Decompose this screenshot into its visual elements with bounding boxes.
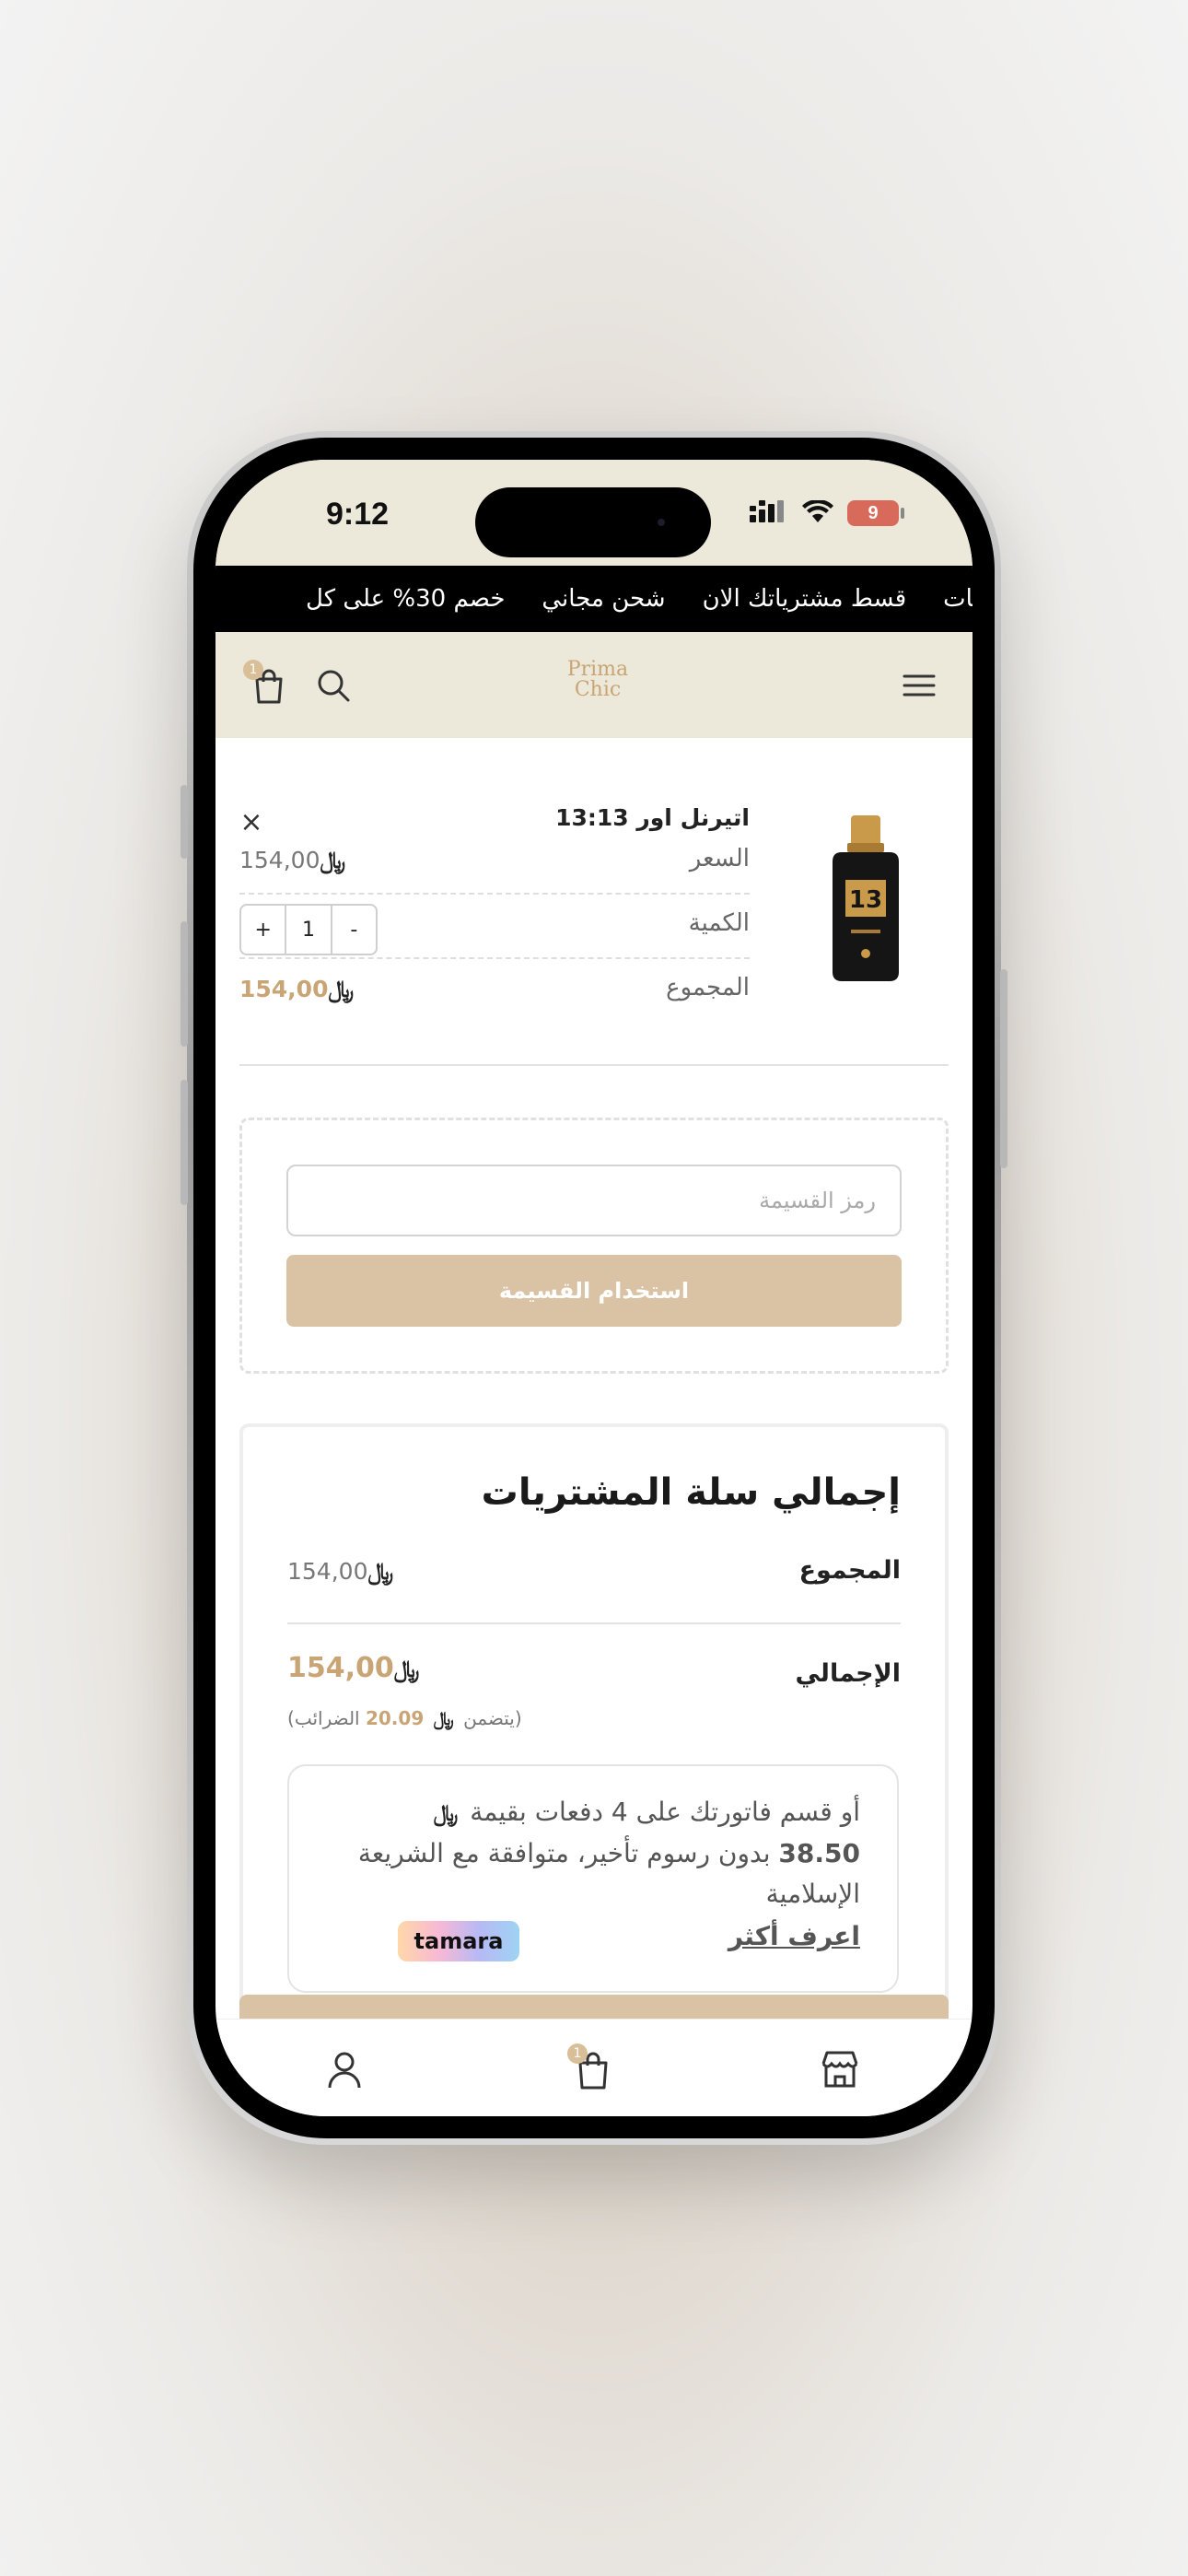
- status-bar: 9:12 9: [215, 460, 973, 566]
- currency-icon: ﷼: [320, 847, 346, 873]
- site-header: 1 Prima Chic: [215, 632, 973, 738]
- subtotal-label: المجموع: [798, 1556, 901, 1585]
- currency-icon: ﷼: [393, 1656, 420, 1682]
- price-value: ﷼154,00: [239, 847, 346, 873]
- signal-icon: [750, 500, 784, 522]
- menu-button[interactable]: [899, 665, 939, 706]
- item-total-row: المجموع ﷼154,00: [239, 959, 750, 1024]
- cart-page: 13 اتيرنل اور 13:13 × السعر ﷼154,00 الكم…: [215, 738, 973, 2068]
- volume-down-button: [181, 1080, 188, 1205]
- apply-coupon-button[interactable]: استخدام القسيمة: [286, 1255, 902, 1327]
- tamara-description: أو قسم فاتورتك على 4 دفعات بقيمة ﷼ 38.50…: [357, 1797, 860, 1909]
- battery-icon: 9: [847, 500, 899, 526]
- total-label: الإجمالي: [795, 1659, 901, 1688]
- installment-amount: 38.50: [778, 1838, 860, 1868]
- action-button: [181, 785, 188, 859]
- cart-item: 13 اتيرنل اور 13:13 × السعر ﷼154,00 الكم…: [239, 738, 949, 1066]
- currency-icon: ﷼: [328, 976, 355, 1002]
- cart-button[interactable]: 1: [243, 660, 289, 706]
- qty-value[interactable]: 1: [285, 906, 332, 954]
- nav-account[interactable]: [322, 2047, 367, 2091]
- brand-logo[interactable]: Prima Chic: [556, 660, 639, 711]
- dynamic-island: [475, 487, 711, 557]
- search-icon: [318, 670, 350, 702]
- product-image[interactable]: 13: [823, 815, 908, 983]
- nav-store[interactable]: [818, 2047, 862, 2091]
- promo-item: خصم 30% على كل: [306, 585, 506, 613]
- nav-cart[interactable]: 1: [567, 2043, 615, 2091]
- price-row: السعر ﷼154,00: [239, 830, 750, 895]
- promo-item: قسط مشترياتك الان: [702, 585, 907, 613]
- item-total-value: ﷼154,00: [239, 976, 355, 1002]
- cart-badge: 1: [243, 660, 263, 680]
- coupon-section: استخدام القسيمة: [239, 1118, 949, 1374]
- promo-item: شحن مجاني: [542, 585, 666, 613]
- logo-line1: Prima: [566, 658, 629, 681]
- user-icon: [328, 2052, 361, 2089]
- total-value: ﷼154,00: [287, 1652, 420, 1684]
- promo-marquee: لمنتجات قسط مشترياتك الان شحن مجاني خصم …: [215, 566, 973, 632]
- store-icon: [821, 2051, 858, 2088]
- currency-icon: ﷼: [433, 1707, 454, 1729]
- promo-item: لمنتجات: [943, 585, 973, 613]
- search-button[interactable]: [313, 665, 354, 706]
- item-total-label: المجموع: [666, 974, 750, 1001]
- qty-decrease-button[interactable]: -: [332, 906, 376, 954]
- currency-icon: ﷼: [367, 1558, 394, 1585]
- tax-note: (يتضمن ﷼ 20.09 الضرائب): [287, 1707, 522, 1729]
- wifi-icon: [802, 500, 833, 522]
- phone-screen: 9:12 9 لمنتجات قسط مشترياتك الان ش: [215, 460, 973, 2116]
- hamburger-menu-icon: [903, 674, 936, 697]
- learn-more-link[interactable]: اعرف أكثر: [728, 1921, 860, 1951]
- qty-increase-button[interactable]: +: [241, 906, 285, 954]
- logo-line2: Chic: [574, 678, 622, 701]
- quantity-stepper[interactable]: + 1 -: [239, 904, 378, 955]
- divider: [287, 1622, 901, 1624]
- tamara-widget: أو قسم فاتورتك على 4 دفعات بقيمة ﷼ 38.50…: [287, 1764, 899, 1993]
- product-title[interactable]: اتيرنل اور 13:13: [555, 804, 750, 831]
- svg-text:13: 13: [849, 886, 882, 914]
- price-label: السعر: [689, 845, 750, 872]
- quantity-label: الكمية: [688, 909, 750, 937]
- coupon-input[interactable]: [286, 1165, 902, 1236]
- cart-summary: إجمالي سلة المشتريات المجموع ﷼154,00 الإ…: [239, 1423, 949, 2068]
- volume-up-button: [181, 921, 188, 1047]
- currency-icon: ﷼: [433, 1800, 459, 1826]
- cart-badge: 1: [567, 2043, 588, 2064]
- quantity-row: الكمية + 1 -: [239, 895, 750, 959]
- tax-amount: 20.09: [365, 1707, 425, 1729]
- summary-title: إجمالي سلة المشتريات: [481, 1471, 901, 1514]
- tamara-logo: tamara: [398, 1921, 519, 1961]
- power-button: [1000, 969, 1007, 1168]
- status-time: 9:12: [326, 497, 390, 532]
- subtotal-value: ﷼154,00: [287, 1558, 394, 1585]
- bottom-nav: 1: [215, 2019, 973, 2116]
